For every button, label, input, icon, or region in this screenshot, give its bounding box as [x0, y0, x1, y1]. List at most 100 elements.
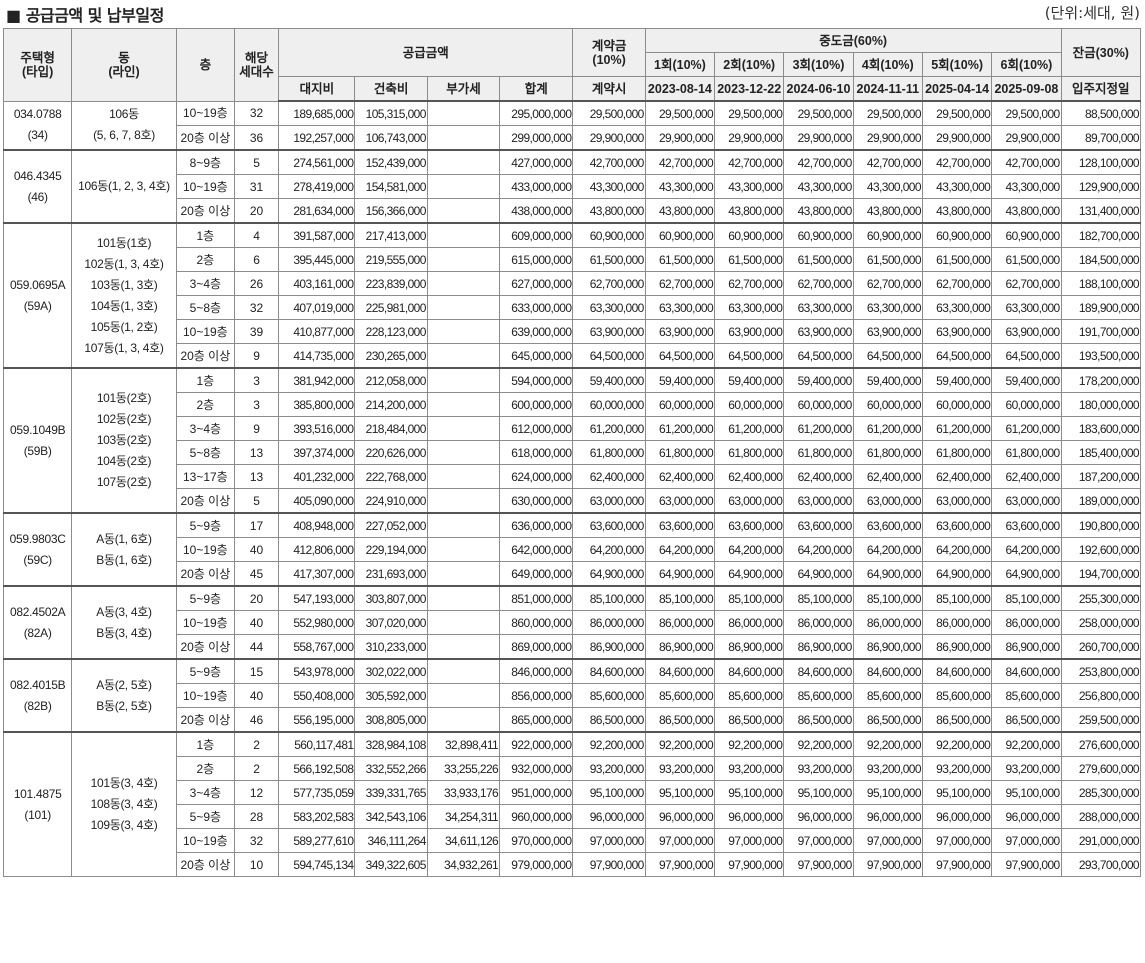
cell-installment-6: 97,000,000 [991, 828, 1062, 853]
cell-land-cost: 577,735,059 [278, 780, 356, 805]
cell-installment-6: 63,600,000 [991, 512, 1062, 538]
cell-installment-3: 63,000,000 [783, 488, 854, 514]
cell-floor: 20층 이상 [175, 561, 235, 587]
cell-building-cost: 152,439,000 [354, 149, 428, 175]
cell-type: 046.4345 (46) [2, 149, 73, 224]
cell-balance: 191,700,000 [1060, 319, 1142, 344]
cell-deposit: 29,500,000 [572, 100, 646, 126]
cell-households: 5 [233, 149, 280, 175]
cell-deposit: 64,500,000 [572, 343, 646, 369]
cell-land-cost: 192,257,000 [278, 125, 356, 151]
cell-land-cost: 558,767,000 [278, 634, 356, 660]
cell-installment-4: 62,700,000 [852, 271, 923, 296]
cell-installment-6: 61,200,000 [991, 416, 1062, 441]
cell-installment-3: 84,600,000 [783, 658, 854, 684]
cell-building-cost: 218,484,000 [354, 416, 428, 441]
cell-installment-1: 61,500,000 [644, 247, 716, 272]
cell-installment-3: 86,500,000 [783, 707, 854, 733]
cell-dong: 101동(3, 4호) 108동(3, 4호) 109동(3, 4호) [71, 731, 177, 877]
header-households: 해당 세대수 [233, 28, 280, 102]
cell-land-cost: 556,195,000 [278, 707, 356, 733]
cell-installment-5: 86,500,000 [921, 707, 993, 733]
cell-building-cost: 228,123,000 [354, 319, 428, 344]
cell-installment-6: 29,500,000 [991, 100, 1062, 126]
cell-floor: 5~9층 [175, 804, 235, 829]
cell-installment-6: 63,000,000 [991, 488, 1062, 514]
cell-installment-4: 62,400,000 [852, 464, 923, 489]
cell-installment-1: 60,000,000 [644, 392, 716, 417]
cell-households: 40 [233, 537, 280, 562]
cell-installment-1: 61,800,000 [644, 440, 716, 465]
cell-vat [426, 488, 501, 514]
cell-floor: 2층 [175, 247, 235, 272]
cell-households: 13 [233, 464, 280, 489]
cell-deposit: 95,100,000 [572, 780, 646, 805]
cell-households: 32 [233, 100, 280, 126]
cell-deposit: 93,200,000 [572, 756, 646, 781]
cell-households: 2 [233, 731, 280, 757]
cell-vat [426, 561, 501, 587]
cell-households: 15 [233, 658, 280, 684]
cell-balance: 180,000,000 [1060, 392, 1142, 417]
cell-floor: 10~19층 [175, 100, 235, 126]
cell-installment-6: 96,000,000 [991, 804, 1062, 829]
cell-floor: 5~8층 [175, 440, 235, 465]
cell-total: 633,000,000 [499, 295, 574, 320]
cell-installment-2: 60,000,000 [714, 392, 785, 417]
header-dong: 동 (라인) [71, 28, 177, 102]
cell-floor: 20층 이상 [175, 634, 235, 660]
table-row: 034.0788 (34) 106동 (5, 6, 7, 8호) 10~19층 32 1… [2, 100, 1142, 151]
cell-deposit: 59,400,000 [572, 367, 646, 393]
cell-installment-3: 64,200,000 [783, 537, 854, 562]
cell-deposit: 86,000,000 [572, 610, 646, 635]
cell-installment-5: 29,500,000 [921, 100, 993, 126]
cell-installment-4: 29,500,000 [852, 100, 923, 126]
cell-land-cost: 407,019,000 [278, 295, 356, 320]
cell-households: 31 [233, 174, 280, 199]
cell-building-cost: 227,052,000 [354, 512, 428, 538]
cell-households: 45 [233, 561, 280, 587]
cell-installment-6: 29,900,000 [991, 125, 1062, 151]
cell-installment-2: 97,000,000 [714, 828, 785, 853]
cell-households: 20 [233, 198, 280, 224]
cell-installment-6: 85,100,000 [991, 585, 1062, 611]
cell-installment-4: 60,000,000 [852, 392, 923, 417]
cell-installment-2: 59,400,000 [714, 367, 785, 393]
cell-floor: 5~8층 [175, 295, 235, 320]
cell-installment-5: 43,300,000 [921, 174, 993, 199]
cell-total: 630,000,000 [499, 488, 574, 514]
cell-floor: 20층 이상 [175, 125, 235, 151]
cell-installment-6: 64,200,000 [991, 537, 1062, 562]
cell-vat [426, 440, 501, 465]
cell-installment-2: 63,000,000 [714, 488, 785, 514]
table-row: 082.4015B (82B) A동(2, 5호) B동(2, 5호) 5~9층 15… [2, 658, 1142, 733]
cell-building-cost: 219,555,000 [354, 247, 428, 272]
cell-installment-6: 63,900,000 [991, 319, 1062, 344]
cell-land-cost: 401,232,000 [278, 464, 356, 489]
cell-installment-3: 61,500,000 [783, 247, 854, 272]
cell-installment-2: 42,700,000 [714, 149, 785, 175]
cell-installment-3: 62,700,000 [783, 271, 854, 296]
cell-vat [426, 683, 501, 708]
cell-deposit: 61,500,000 [572, 247, 646, 272]
cell-dong: 101동(2호) 102동(2호) 103동(2호) 104동(2호) 107동… [71, 367, 177, 514]
cell-installment-1: 43,800,000 [644, 198, 716, 224]
cell-installment-2: 85,600,000 [714, 683, 785, 708]
cell-type: 059.9803C (59C) [2, 512, 73, 587]
installment-date: 2024-06-10 [783, 76, 854, 102]
cell-installment-4: 64,900,000 [852, 561, 923, 587]
cell-dong: 106동 (5, 6, 7, 8호) [71, 100, 177, 151]
cell-vat [426, 464, 501, 489]
cell-balance: 276,600,000 [1060, 731, 1142, 757]
cell-total: 865,000,000 [499, 707, 574, 733]
cell-building-cost: 308,805,000 [354, 707, 428, 733]
installment-label: 5회(10%) [921, 52, 993, 77]
table-body: 034.0788 (34) 106동 (5, 6, 7, 8호) 10~19층 32 1… [2, 100, 1142, 877]
cell-deposit: 62,700,000 [572, 271, 646, 296]
cell-households: 5 [233, 488, 280, 514]
cell-balance: 128,100,000 [1060, 149, 1142, 175]
cell-vat [426, 367, 501, 393]
cell-installment-2: 60,900,000 [714, 222, 785, 248]
cell-vat [426, 271, 501, 296]
cell-installment-3: 62,400,000 [783, 464, 854, 489]
